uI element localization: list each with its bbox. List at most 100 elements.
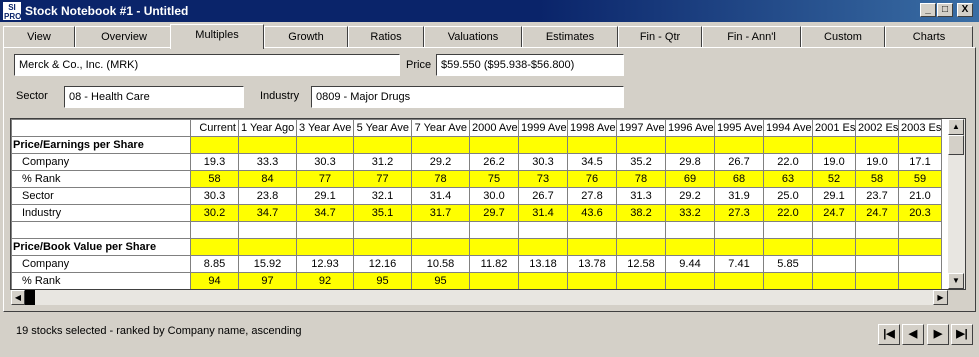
table-cell[interactable] xyxy=(411,221,470,239)
next-record-button[interactable]: ▶ xyxy=(927,324,949,345)
industry-field[interactable]: 0809 - Major Drugs xyxy=(311,86,624,108)
table-cell[interactable] xyxy=(411,238,470,256)
table-cell[interactable] xyxy=(296,238,354,256)
table-cell[interactable] xyxy=(353,136,412,154)
table-cell[interactable] xyxy=(616,238,666,256)
table-cell[interactable] xyxy=(763,272,813,289)
table-cell[interactable]: 97 xyxy=(238,272,297,289)
table-cell[interactable] xyxy=(665,136,715,154)
tab-growth[interactable]: Growth xyxy=(264,26,348,48)
table-cell[interactable] xyxy=(238,136,297,154)
table-cell[interactable] xyxy=(518,238,568,256)
table-cell[interactable] xyxy=(518,221,568,239)
table-cell[interactable] xyxy=(812,272,856,289)
table-cell[interactable]: 63 xyxy=(763,170,813,188)
table-cell[interactable] xyxy=(812,136,856,154)
table-cell[interactable]: 31.2 xyxy=(353,153,412,171)
table-cell[interactable] xyxy=(296,221,354,239)
table-cell[interactable] xyxy=(296,136,354,154)
table-cell[interactable]: 24.7 xyxy=(812,204,856,222)
table-cell[interactable]: 26.7 xyxy=(518,187,568,205)
table-cell[interactable] xyxy=(898,221,942,239)
column-header[interactable]: 1997 Ave xyxy=(616,119,666,137)
table-cell[interactable]: 29.1 xyxy=(296,187,354,205)
tab-valuations[interactable]: Valuations xyxy=(424,26,522,48)
table-cell[interactable]: 8.85 xyxy=(190,255,239,273)
table-cell[interactable] xyxy=(353,238,412,256)
table-cell[interactable] xyxy=(812,238,856,256)
vertical-scrollbar[interactable]: ▲ ▼ xyxy=(948,119,965,289)
table-cell[interactable]: 25.0 xyxy=(763,187,813,205)
table-cell[interactable]: 12.16 xyxy=(353,255,412,273)
price-field[interactable]: $59.550 ($95.938-$56.800) xyxy=(436,54,624,76)
table-cell[interactable]: 78 xyxy=(616,170,666,188)
table-cell[interactable] xyxy=(812,255,856,273)
table-cell[interactable] xyxy=(567,272,617,289)
table-cell[interactable] xyxy=(238,221,297,239)
table-cell[interactable]: 78 xyxy=(411,170,470,188)
table-cell[interactable]: 22.0 xyxy=(763,204,813,222)
table-cell[interactable]: 35.2 xyxy=(616,153,666,171)
table-cell[interactable]: 77 xyxy=(353,170,412,188)
table-cell[interactable]: 19.0 xyxy=(812,153,856,171)
table-cell[interactable]: 31.9 xyxy=(714,187,764,205)
table-cell[interactable]: 58 xyxy=(855,170,899,188)
table-cell[interactable]: 12.58 xyxy=(616,255,666,273)
table-cell[interactable]: 30.3 xyxy=(296,153,354,171)
table-cell[interactable]: 95 xyxy=(411,272,470,289)
table-cell[interactable]: 77 xyxy=(296,170,354,188)
table-cell[interactable]: 34.7 xyxy=(296,204,354,222)
table-cell[interactable]: 10.58 xyxy=(411,255,470,273)
table-cell[interactable] xyxy=(898,255,942,273)
sector-field[interactable]: 08 - Health Care xyxy=(64,86,244,108)
scroll-left-arrow-icon[interactable]: ◀ xyxy=(11,290,25,305)
company-name-field[interactable]: Merck & Co., Inc. (MRK) xyxy=(14,54,400,76)
table-cell[interactable]: 26.7 xyxy=(714,153,764,171)
table-cell[interactable]: 29.1 xyxy=(812,187,856,205)
table-cell[interactable]: 38.2 xyxy=(616,204,666,222)
minimize-button[interactable]: _ xyxy=(920,3,936,17)
table-cell[interactable] xyxy=(518,136,568,154)
table-cell[interactable] xyxy=(469,136,519,154)
tab-fin-qtr[interactable]: Fin - Qtr xyxy=(618,26,702,48)
table-cell[interactable] xyxy=(812,221,856,239)
close-button[interactable]: X xyxy=(957,3,973,17)
table-cell[interactable]: 29.2 xyxy=(665,187,715,205)
column-header[interactable]: Current xyxy=(190,119,239,137)
table-cell[interactable]: 23.7 xyxy=(855,187,899,205)
table-cell[interactable]: 34.7 xyxy=(238,204,297,222)
column-header[interactable]: 2003 Est xyxy=(898,119,942,137)
table-cell[interactable] xyxy=(190,238,239,256)
table-cell[interactable]: 31.7 xyxy=(411,204,470,222)
table-cell[interactable] xyxy=(469,272,519,289)
column-header[interactable]: 1996 Ave xyxy=(665,119,715,137)
column-header[interactable]: 1 Year Ago xyxy=(238,119,297,137)
table-cell[interactable]: 94 xyxy=(190,272,239,289)
column-header[interactable]: 1994 Ave xyxy=(763,119,813,137)
table-cell[interactable]: 73 xyxy=(518,170,568,188)
table-cell[interactable] xyxy=(763,238,813,256)
table-cell[interactable]: 30.3 xyxy=(518,153,568,171)
table-cell[interactable]: 43.6 xyxy=(567,204,617,222)
table-cell[interactable]: 23.8 xyxy=(238,187,297,205)
table-cell[interactable]: 12.93 xyxy=(296,255,354,273)
table-cell[interactable] xyxy=(898,238,942,256)
app-icon[interactable]: SI PRO xyxy=(3,2,21,21)
table-cell[interactable] xyxy=(714,136,764,154)
column-header[interactable]: 1995 Ave xyxy=(714,119,764,137)
table-cell[interactable] xyxy=(567,238,617,256)
table-cell[interactable]: 11.82 xyxy=(469,255,519,273)
table-cell[interactable]: 27.8 xyxy=(567,187,617,205)
tab-ratios[interactable]: Ratios xyxy=(348,26,424,48)
table-cell[interactable]: 31.4 xyxy=(518,204,568,222)
table-cell[interactable]: 15.92 xyxy=(238,255,297,273)
scroll-right-arrow-icon[interactable]: ▶ xyxy=(933,290,948,305)
table-cell[interactable] xyxy=(714,238,764,256)
table-cell[interactable]: 95 xyxy=(353,272,412,289)
column-header[interactable]: 3 Year Ave xyxy=(296,119,354,137)
table-cell[interactable]: 84 xyxy=(238,170,297,188)
table-cell[interactable]: 58 xyxy=(190,170,239,188)
table-cell[interactable]: 22.0 xyxy=(763,153,813,171)
tab-custom[interactable]: Custom xyxy=(801,26,885,48)
table-cell[interactable]: 76 xyxy=(567,170,617,188)
